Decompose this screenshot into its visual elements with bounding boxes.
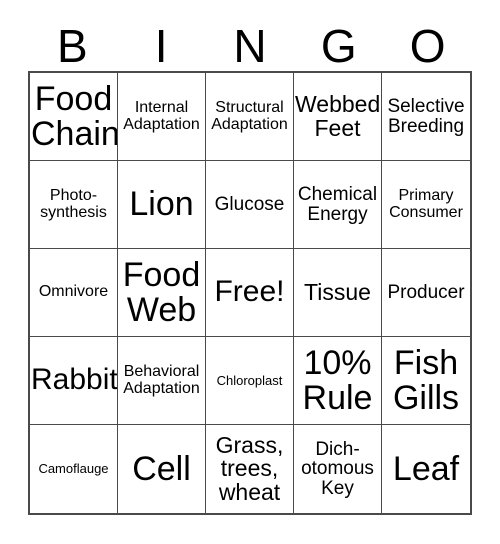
- bingo-cell-r4c1[interactable]: Rabbit: [30, 337, 118, 425]
- bingo-cell-r5c3[interactable]: Grass, trees, wheat: [206, 425, 294, 513]
- bingo-header-letter-b: B: [28, 12, 117, 71]
- bingo-cell-label: Grass, trees, wheat: [215, 431, 284, 505]
- bingo-header-letter-o: O: [383, 12, 472, 71]
- bingo-cell-r5c5[interactable]: Leaf: [382, 425, 470, 513]
- bingo-cell-r1c2[interactable]: Internal Adaptation: [118, 73, 206, 161]
- header-letter-text: G: [320, 20, 357, 72]
- bingo-cell-r4c4[interactable]: 10% Rule: [294, 337, 382, 425]
- bingo-header: B I N GO: [28, 12, 472, 71]
- header-letter-text: O: [409, 20, 446, 72]
- bingo-cell-r1c3[interactable]: Structural Adaptation: [206, 73, 294, 161]
- bingo-cell-label: Free!: [214, 275, 285, 309]
- bingo-cell-label: Leaf: [392, 449, 460, 488]
- header-letter-text: I: [154, 20, 168, 72]
- bingo-cell-r2c1[interactable]: Photo- synthesis: [30, 161, 118, 249]
- bingo-cell-label: Glucose: [214, 193, 285, 215]
- bingo-cell-label: Behavioral Adaptation: [123, 363, 200, 397]
- header-letter-text: N: [233, 20, 267, 72]
- bingo-header-letter-i: I: [117, 12, 206, 71]
- bingo-cell-label: Tissue: [304, 278, 371, 305]
- bingo-cell-r5c4[interactable]: Dich- otomous Key: [294, 425, 382, 513]
- bingo-cell-label: 10% Rule: [302, 343, 373, 417]
- bingo-cell-label: Webbed Feet: [295, 91, 381, 141]
- bingo-cell-label: Camoflauge: [38, 461, 109, 477]
- bingo-cell-label: Rabbit: [31, 363, 118, 397]
- bingo-header-letter-g: G: [294, 12, 383, 71]
- bingo-cell-label: Photo- synthesis: [40, 187, 107, 221]
- bingo-cell-label: Chemical Energy: [297, 184, 378, 225]
- bingo-grid: Food Chain Internal Adaptation Structural …: [28, 71, 472, 515]
- bingo-cell-r3c2[interactable]: Food Web: [118, 249, 206, 337]
- bingo-cell-label: Selective Breeding: [387, 96, 465, 137]
- bingo-cell-label: Dich- otomous Key: [301, 438, 374, 499]
- bingo-cell-r2c4[interactable]: Chemical Energy: [294, 161, 382, 249]
- header-letter-text: B: [57, 20, 88, 72]
- bingo-cell-r3c1[interactable]: Omnivore: [30, 249, 118, 337]
- bingo-cell-r1c1[interactable]: Food Chain: [30, 73, 118, 161]
- bingo-cell-r2c2[interactable]: Lion: [118, 161, 206, 249]
- bingo-cell-label: Lion: [129, 185, 194, 224]
- bingo-cell-r4c5[interactable]: Fish Gills: [382, 337, 470, 425]
- bingo-cell-r1c5[interactable]: Selective Breeding: [382, 73, 470, 161]
- bingo-cell-r5c1[interactable]: Camoflauge: [30, 425, 118, 513]
- bingo-cell-r5c2[interactable]: Cell: [118, 425, 206, 513]
- bingo-cell-r2c5[interactable]: Primary Consumer: [382, 161, 470, 249]
- bingo-cell-r3c4[interactable]: Tissue: [294, 249, 382, 337]
- bingo-cell-label: Cell: [132, 449, 191, 488]
- bingo-cell-label: Food Web: [122, 255, 201, 329]
- bingo-cell-label: Chloroplast: [216, 372, 283, 388]
- bingo-cell-r3c5[interactable]: Producer: [382, 249, 470, 337]
- bingo-cell-r2c3[interactable]: Glucose: [206, 161, 294, 249]
- bingo-cell-label: Structural Adaptation: [211, 99, 288, 133]
- bingo-cell-r3c3[interactable]: Free!: [206, 249, 294, 337]
- bingo-cell-label: Fish Gills: [392, 343, 460, 417]
- bingo-header-letter-n: N: [206, 12, 295, 71]
- bingo-cell-label: Producer: [387, 281, 465, 303]
- bingo-cell-label: Internal Adaptation: [123, 99, 200, 133]
- bingo-card: B I N GO Food Chain Internal Adaptation Struc…: [0, 0, 500, 544]
- bingo-cell-r1c4[interactable]: Webbed Feet: [294, 73, 382, 161]
- bingo-cell-r4c2[interactable]: Behavioral Adaptation: [118, 337, 206, 425]
- bingo-cell-r4c3[interactable]: Chloroplast: [206, 337, 294, 425]
- bingo-cell-label: Primary Consumer: [389, 187, 463, 221]
- bingo-cell-label: Omnivore: [38, 283, 109, 301]
- bingo-cell-label: Food Chain: [31, 79, 118, 153]
